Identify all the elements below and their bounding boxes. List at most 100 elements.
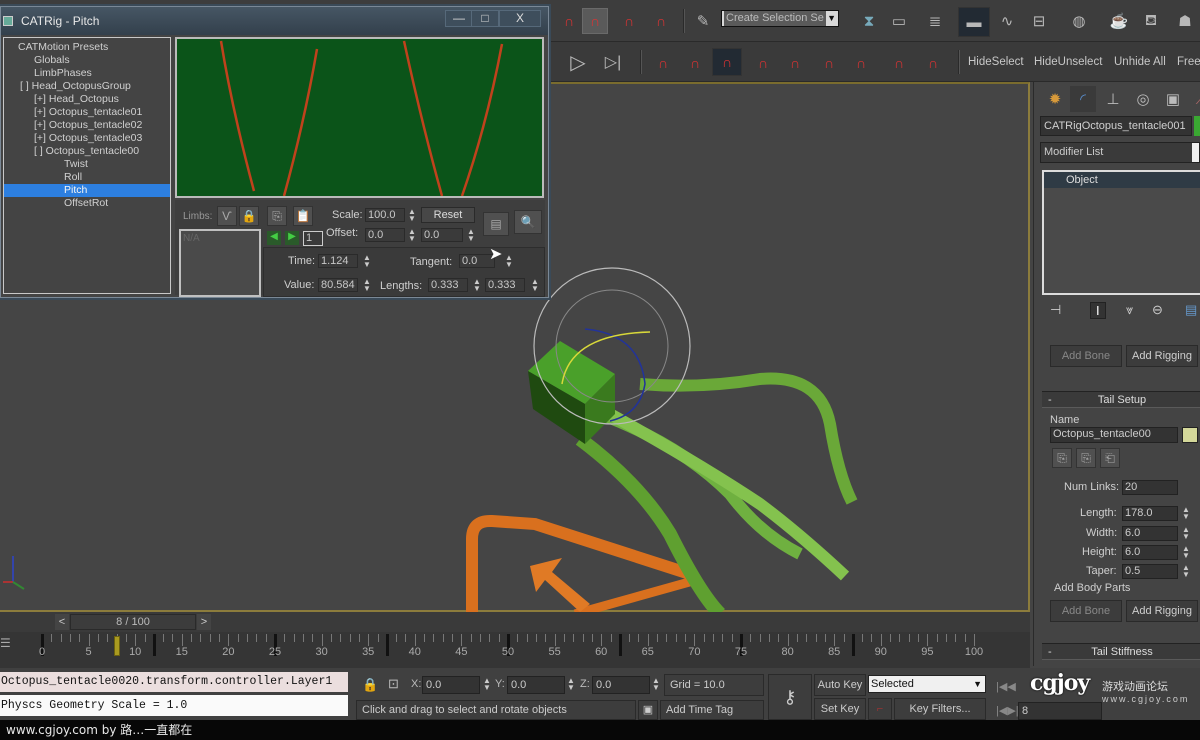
prev-frame-button[interactable]: <	[55, 614, 69, 630]
minimize-button[interactable]: —	[445, 10, 473, 27]
tail-setup-rollout-header[interactable]: - Tail Setup	[1042, 391, 1200, 408]
add-bone-top-button[interactable]: Add Bone	[1050, 345, 1122, 367]
copy-key-icon[interactable]: ⎘	[267, 206, 287, 226]
goto-end-icon[interactable]: ▷|	[600, 49, 626, 75]
time-field[interactable]: 1.124	[318, 254, 358, 268]
reset-button[interactable]: Reset	[421, 207, 475, 223]
tree-item[interactable]: [+] Octopus_tentacle03	[4, 132, 170, 145]
time-slider-thumb[interactable]: 8 / 100	[70, 614, 196, 630]
paste-icon[interactable]: ⎘	[1076, 448, 1096, 468]
freeze-button[interactable]: Free	[1177, 56, 1200, 68]
snap-face-icon[interactable]: ∩	[848, 50, 874, 76]
scale-spinner[interactable]: ▲ ▼	[408, 208, 416, 223]
snap-endpoint-icon[interactable]: ∩	[750, 50, 776, 76]
default-in-out-tangent-icon[interactable]: ⌐	[868, 698, 892, 720]
selection-set-dropdown[interactable]: Create Selection Se ▼	[721, 10, 839, 27]
height-spinner[interactable]: ▲ ▼	[1182, 545, 1190, 560]
snap-toggle-icon[interactable]: ∩	[556, 8, 582, 34]
absolute-mode-icon[interactable]: ⊡	[388, 676, 399, 692]
mini-curve-editor-icon[interactable]: ☰	[0, 636, 20, 652]
snap-frozen-icon[interactable]: ∩	[886, 50, 912, 76]
prev-key-icon[interactable]: ◀	[267, 231, 281, 245]
offset-spinner-2[interactable]: ▲ ▼	[467, 228, 475, 243]
tree-item[interactable]: Roll	[4, 171, 170, 184]
add-bone-button[interactable]: Add Bone	[1050, 600, 1122, 622]
curve-editor-icon[interactable]: ∿	[994, 8, 1020, 34]
hierarchy-tab-icon[interactable]: ⊥	[1100, 86, 1126, 112]
goto-start-icon[interactable]: |◀◀	[996, 680, 1016, 693]
set-key-button[interactable]: Set Key	[814, 698, 866, 720]
configure-sets-icon[interactable]: ▤	[1185, 302, 1197, 318]
auto-key-button[interactable]: Auto Key	[814, 674, 866, 696]
value-field[interactable]: 80.584	[318, 278, 358, 292]
length-field[interactable]: 178.0	[1122, 506, 1178, 521]
timeline-key[interactable]	[152, 634, 156, 656]
schematic-view-icon[interactable]: ⊟	[1026, 8, 1052, 34]
timeline-key[interactable]	[385, 634, 389, 656]
maxscript-result-line[interactable]: Physcs Geometry Scale = 1.0	[0, 695, 348, 716]
offset-field-1[interactable]: 0.0	[365, 228, 405, 242]
render-production-icon[interactable]: ☗	[1172, 8, 1198, 34]
width-spinner[interactable]: ▲ ▼	[1182, 526, 1190, 541]
z-coordinate-field[interactable]: 0.0	[592, 676, 650, 694]
tail-stiffness-rollout-header[interactable]: - Tail Stiffness	[1042, 643, 1200, 660]
lengths-field-2[interactable]: 0.333	[485, 278, 525, 292]
width-field[interactable]: 6.0	[1122, 526, 1178, 541]
close-button[interactable]: X	[499, 10, 541, 27]
time-spinner[interactable]: ▲ ▼	[363, 254, 371, 269]
display-tab-icon[interactable]: ▣	[1160, 86, 1186, 112]
mirror-icon[interactable]: ⧗	[856, 8, 882, 34]
key-index-field[interactable]: 1	[303, 231, 323, 246]
hide-unselect-button[interactable]: HideUnselect	[1034, 56, 1102, 68]
add-rigging-top-button[interactable]: Add Rigging	[1126, 345, 1198, 367]
maxscript-listener-line[interactable]: Octopus_tentacle0020.transform.controlle…	[0, 672, 348, 692]
add-time-tag-button[interactable]: Add Time Tag	[660, 700, 764, 720]
z-spinner[interactable]: ▲ ▼	[652, 677, 660, 692]
key-filters-button[interactable]: Key Filters...	[894, 698, 986, 720]
tree-item[interactable]: [+] Octopus_tentacle02	[4, 119, 170, 132]
track-bar[interactable]: ☰ 0 5 10 15 20 25 30 35 40 45 50 55 60 65 70 75 80 85 90 95…	[0, 632, 1030, 668]
time-slider[interactable]: < 8 / 100 >	[0, 612, 1030, 632]
tree-item[interactable]: Twist	[4, 158, 170, 171]
length-spinner[interactable]: ▲ ▼	[1182, 506, 1190, 521]
play-icon[interactable]: ▷	[565, 49, 591, 75]
key-mode-toggle-icon[interactable]: |◀▶|	[996, 704, 1019, 717]
snap-midpoint-icon[interactable]: ∩	[782, 50, 808, 76]
curve-graph[interactable]	[175, 37, 544, 198]
time-tag-icon[interactable]: ▣	[638, 700, 658, 720]
limb-select-icon[interactable]: Ѵ	[217, 206, 237, 226]
current-frame-marker[interactable]	[113, 636, 120, 656]
copy-icon[interactable]: ⎘	[1052, 448, 1072, 468]
timeline-key[interactable]	[618, 634, 622, 656]
add-rigging-button[interactable]: Add Rigging	[1126, 600, 1198, 622]
key-list-icon[interactable]: ▤	[483, 212, 509, 236]
object-name-field[interactable]: CATRigOctopus_tentacle001	[1040, 116, 1192, 136]
set-keys-key-icon[interactable]: ⚷	[768, 674, 812, 720]
tree-item[interactable]: Pitch	[4, 184, 170, 197]
lengths-spinner-2[interactable]: ▲ ▼	[531, 278, 539, 293]
next-frame-button[interactable]: >	[197, 614, 211, 630]
modifier-list-dropdown[interactable]: Modifier List	[1040, 142, 1200, 163]
x-coordinate-field[interactable]: 0.0	[422, 676, 480, 694]
selection-lock-icon[interactable]: 🔒	[362, 677, 378, 693]
snap-axis-icon[interactable]: ∩	[920, 50, 946, 76]
create-tab-icon[interactable]: ✹	[1042, 86, 1068, 112]
align-icon[interactable]: ▭	[886, 8, 912, 34]
x-spinner[interactable]: ▲ ▼	[483, 677, 491, 692]
layer-manager-icon[interactable]: ≣	[922, 8, 948, 34]
modify-tab-icon[interactable]: ◜	[1070, 86, 1096, 112]
tree-item[interactable]: [+] Octopus_tentacle01	[4, 106, 170, 119]
tail-color-swatch[interactable]	[1182, 427, 1198, 443]
modifier-stack[interactable]: Object	[1042, 170, 1200, 295]
paste-key-icon[interactable]: 📋	[293, 206, 313, 226]
paste-mirror-icon[interactable]: ⎗	[1100, 448, 1120, 468]
tree-item[interactable]: Globals	[4, 54, 170, 67]
tree-item[interactable]: [+] Head_Octopus	[4, 93, 170, 106]
tree-item[interactable]: CATMotion Presets	[4, 41, 170, 54]
height-field[interactable]: 6.0	[1122, 545, 1178, 560]
stack-item-object[interactable]: Object	[1044, 172, 1200, 188]
current-frame-field[interactable]: 8	[1018, 702, 1102, 720]
y-spinner[interactable]: ▲ ▼	[567, 677, 575, 692]
graph-zoom-icon[interactable]: 🔍	[514, 210, 542, 234]
utilities-tab-icon[interactable]: ⟋	[1188, 86, 1200, 112]
